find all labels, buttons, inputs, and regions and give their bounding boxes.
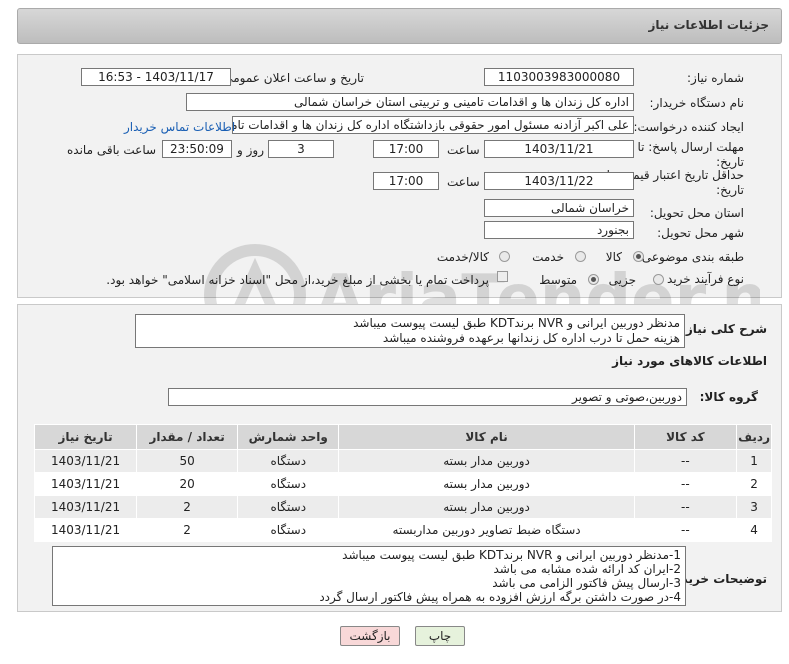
goods-section-title: اطلاعات کالاهای مورد نیاز bbox=[612, 354, 767, 368]
item-date: 1403/11/21 bbox=[33, 495, 138, 519]
announce-date-field: 1403/11/17 - 16:53 bbox=[81, 68, 231, 86]
col-qty-header: تعداد / مقدار bbox=[136, 424, 239, 450]
item-name: دستگاه ضبط تصاویر دوربین مداربسته bbox=[338, 518, 635, 542]
print-button[interactable]: چاپ bbox=[415, 626, 465, 646]
col-code-header: کد کالا bbox=[633, 424, 738, 450]
col-name-header: نام کالا bbox=[338, 424, 635, 450]
validity-date-field: 1403/11/22 bbox=[484, 172, 634, 190]
category-goods-radio[interactable] bbox=[633, 251, 644, 262]
days-field: 3 bbox=[268, 140, 334, 158]
buyer-note-line: 4-در صورت داشتن برگه ارزش افزوده به همرا… bbox=[319, 590, 681, 604]
buyer-label: نام دستگاه خریدار: bbox=[649, 96, 745, 110]
announce-date-label: تاریخ و ساعت اعلان عمومی: bbox=[219, 71, 364, 85]
item-qty: 20 bbox=[136, 472, 239, 496]
item-code: -- bbox=[633, 495, 738, 519]
buyer-note-line: 3-ارسال پیش فاکتور الزامی می باشد bbox=[492, 576, 681, 590]
page-title: جزئیات اطلاعات نیاز bbox=[648, 18, 769, 32]
buyer-notes-textarea: 1-مدنظر دوربین ایرانی و NVR برندKDT طبق … bbox=[52, 546, 686, 606]
need-number-label: شماره نیاز: bbox=[687, 71, 744, 85]
page-header: جزئیات اطلاعات نیاز bbox=[17, 8, 782, 44]
item-date: 1403/11/21 bbox=[33, 449, 138, 473]
table-header-row: ردیف کد کالا نام کالا واحد شمارش تعداد /… bbox=[33, 424, 772, 450]
deadline-time-label: ساعت bbox=[447, 143, 480, 157]
creator-label: ایجاد کننده درخواست: bbox=[633, 120, 744, 134]
item-unit: دستگاه bbox=[237, 449, 340, 473]
item-unit: دستگاه bbox=[237, 518, 340, 542]
summary-label: شرح کلی نیاز: bbox=[681, 322, 767, 336]
summary-textarea: مدنظر دوربین ایرانی و NVR برندKDT طبق لی… bbox=[135, 314, 685, 348]
row-number: 1 bbox=[736, 449, 772, 473]
item-date: 1403/11/21 bbox=[33, 518, 138, 542]
deadline-date-field: 1403/11/21 bbox=[484, 140, 634, 158]
province-field: خراسان شمالی bbox=[484, 199, 634, 217]
buyer-note-line: 2-ایران کد ارائه شده مشابه می باشد bbox=[493, 562, 681, 576]
item-qty: 50 bbox=[136, 449, 239, 473]
table-row: 1 -- دوربین مدار بسته دستگاه 50 1403/11/… bbox=[33, 449, 772, 473]
item-qty: 2 bbox=[136, 495, 239, 519]
treasury-payment-label: پرداخت تمام یا بخشی از مبلغ خرید،از محل … bbox=[106, 273, 489, 287]
buyer-contact-link[interactable]: اطلاعات تماس خریدار bbox=[124, 120, 235, 134]
process-medium-radio[interactable] bbox=[588, 274, 599, 285]
process-medium-label: متوسط bbox=[539, 273, 577, 287]
validity-time-label: ساعت bbox=[447, 175, 480, 189]
item-name: دوربین مدار بسته bbox=[338, 449, 635, 473]
table-row: 3 -- دوربین مدار بسته دستگاه 2 1403/11/2… bbox=[33, 495, 772, 519]
category-service-label: خدمت bbox=[532, 250, 564, 264]
deadline-date-label: تاریخ: bbox=[716, 155, 744, 169]
category-goods-label: کالا bbox=[605, 250, 622, 264]
treasury-payment-checkbox[interactable] bbox=[497, 271, 508, 282]
row-number: 3 bbox=[736, 495, 772, 519]
item-code: -- bbox=[633, 518, 738, 542]
remaining-time-field: 23:50:09 bbox=[162, 140, 232, 158]
category-goods-service-radio[interactable] bbox=[499, 251, 510, 262]
col-date-header: تاریخ نیاز bbox=[33, 424, 138, 450]
summary-line-1: مدنظر دوربین ایرانی و NVR برندKDT طبق لی… bbox=[353, 316, 680, 330]
goods-group-field: دوربین،صوتی و تصویر bbox=[168, 388, 687, 406]
table-row: 4 -- دستگاه ضبط تصاویر دوربین مداربسته د… bbox=[33, 518, 772, 542]
back-button[interactable]: بازگشت bbox=[340, 626, 400, 646]
row-number: 2 bbox=[736, 472, 772, 496]
city-field: بجنورد bbox=[484, 221, 634, 239]
item-date: 1403/11/21 bbox=[33, 472, 138, 496]
col-row-header: ردیف bbox=[736, 424, 772, 450]
item-code: -- bbox=[633, 472, 738, 496]
process-partial-radio[interactable] bbox=[653, 274, 664, 285]
category-label: طبقه بندی موضوعی: bbox=[637, 250, 744, 264]
col-unit-header: واحد شمارش bbox=[237, 424, 340, 450]
table-row: 2 -- دوربین مدار بسته دستگاه 20 1403/11/… bbox=[33, 472, 772, 496]
province-label: استان محل تحویل: bbox=[649, 206, 744, 220]
summary-line-2: هزینه حمل تا درب اداره کل زندانها برعهده… bbox=[382, 331, 680, 345]
buyer-field: اداره کل زندان ها و اقدامات تامینی و ترب… bbox=[186, 93, 634, 111]
category-goods-service-label: کالا/خدمت bbox=[436, 250, 489, 264]
creator-field: علی اکبر آزادنه مسئول امور حقوقی بازداشت… bbox=[232, 116, 634, 134]
validity-date-label: تاریخ: bbox=[716, 183, 744, 197]
buyer-note-line: 1-مدنظر دوربین ایرانی و NVR برندKDT طبق … bbox=[342, 548, 681, 562]
process-partial-label: جزیی bbox=[608, 273, 636, 287]
need-number-field: 1103003983000080 bbox=[484, 68, 634, 86]
item-name: دوربین مدار بسته bbox=[338, 472, 635, 496]
remaining-time-label: ساعت باقی مانده bbox=[67, 143, 157, 157]
days-label: روز و bbox=[237, 143, 264, 157]
deadline-time-field: 17:00 bbox=[373, 140, 439, 158]
goods-group-label: گروه کالا: bbox=[699, 390, 758, 404]
deadline-label: مهلت ارسال پاسخ: تا bbox=[637, 140, 744, 154]
item-unit: دستگاه bbox=[237, 495, 340, 519]
goods-table: ردیف کد کالا نام کالا واحد شمارش تعداد /… bbox=[33, 424, 772, 542]
item-name: دوربین مدار بسته bbox=[338, 495, 635, 519]
validity-time-field: 17:00 bbox=[373, 172, 439, 190]
row-number: 4 bbox=[736, 518, 772, 542]
item-qty: 2 bbox=[136, 518, 239, 542]
category-service-radio[interactable] bbox=[575, 251, 586, 262]
process-label: نوع فرآیند خرید : bbox=[659, 272, 744, 286]
item-code: -- bbox=[633, 449, 738, 473]
item-unit: دستگاه bbox=[237, 472, 340, 496]
city-label: شهر محل تحویل: bbox=[657, 226, 744, 240]
